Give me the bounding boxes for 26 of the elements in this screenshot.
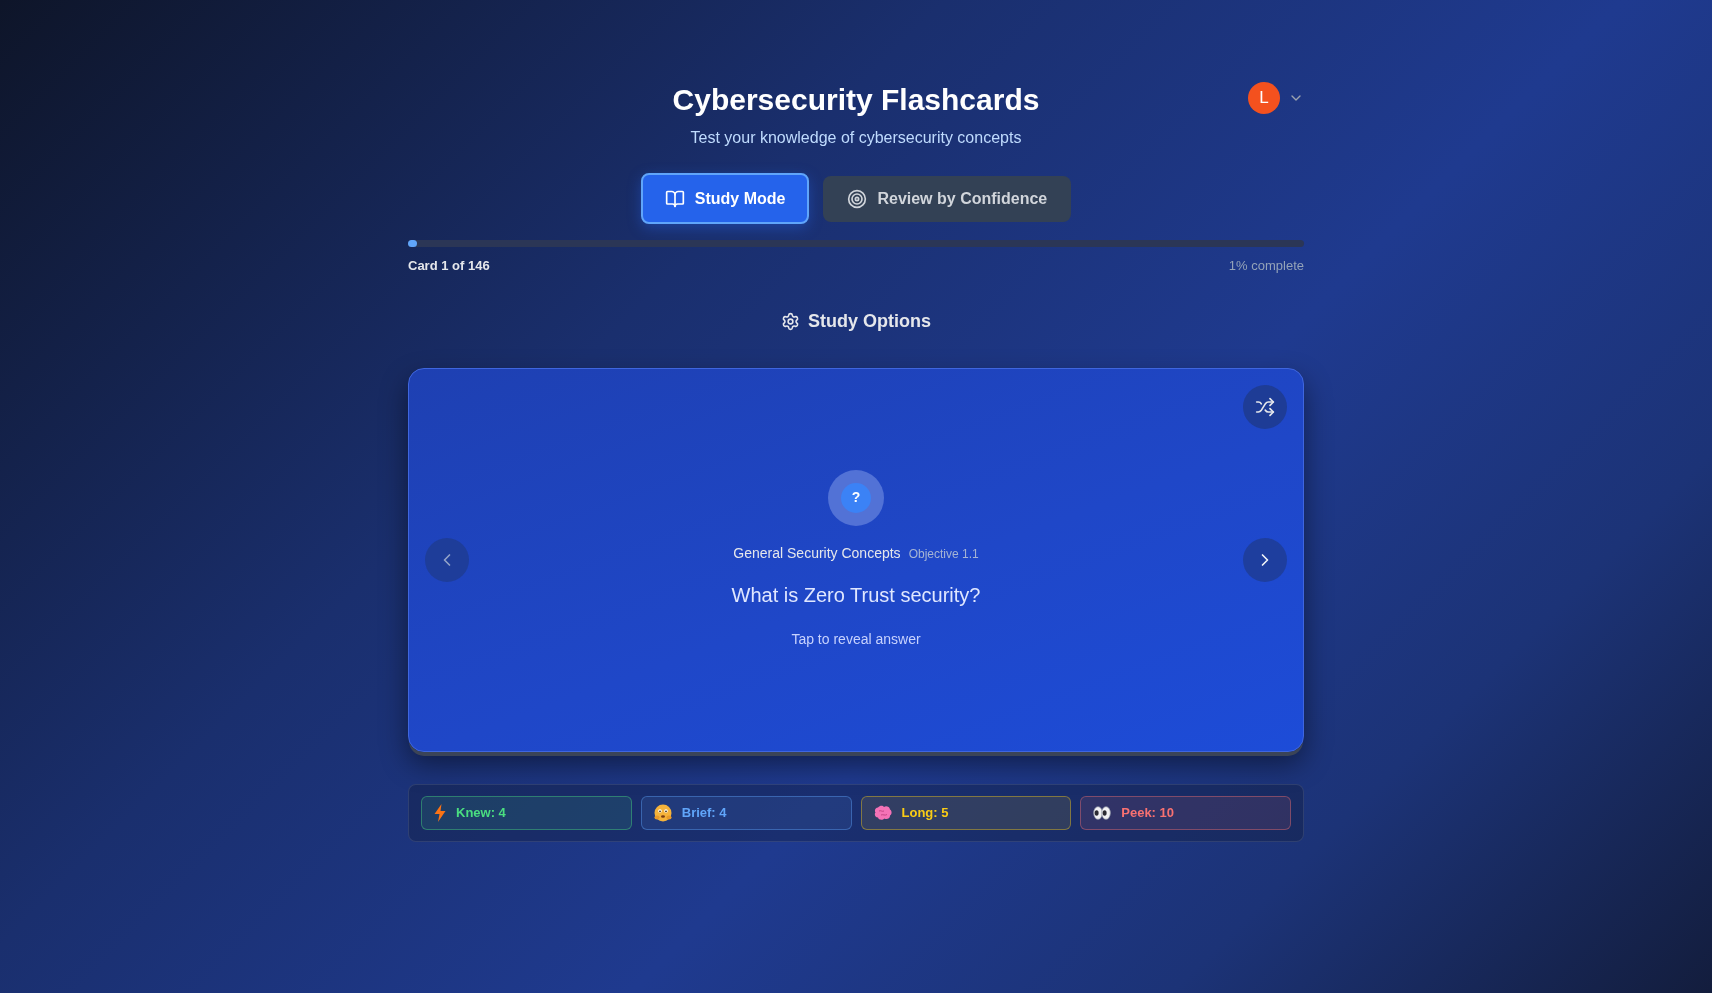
question-mark-icon: ? [828,469,884,526]
lightning-icon [434,803,446,822]
stat-count: Peek: 10 [1121,803,1174,822]
shuffle-icon [1255,396,1275,417]
page-subtitle: Test your knowledge of cybersecurity concepts [690,128,1022,148]
stat-count: Brief: 4 [681,803,727,822]
stat-count: Knew: 4 [456,803,506,822]
study-options-toggle[interactable]: Study Options [781,307,931,335]
stat-count: Long: 5 [901,803,949,822]
settings-icon [781,311,800,331]
mode-tab[interactable]: Study Mode [640,173,810,224]
card-question: What is Zero Trust security? [731,582,981,608]
target-icon [847,188,868,209]
face-icon [653,803,672,822]
shuffle-button[interactable] [1243,384,1287,429]
page-title: Cybersecurity Flashcards [672,82,1040,118]
book-icon [664,188,685,209]
card-counter: Card 1 of 146 [408,257,490,275]
reveal-hint: Tap to reveal answer [791,629,921,649]
card-objective: Objective 1.1 [908,545,979,563]
brain-icon [873,804,892,821]
eyes-icon [1093,805,1112,820]
percent-complete: 1% complete [1228,257,1304,275]
user-avatar[interactable]: L [1248,82,1280,114]
mode-tab[interactable]: Review by Confidence [823,175,1072,222]
card-category: General Security Concepts [733,543,901,563]
